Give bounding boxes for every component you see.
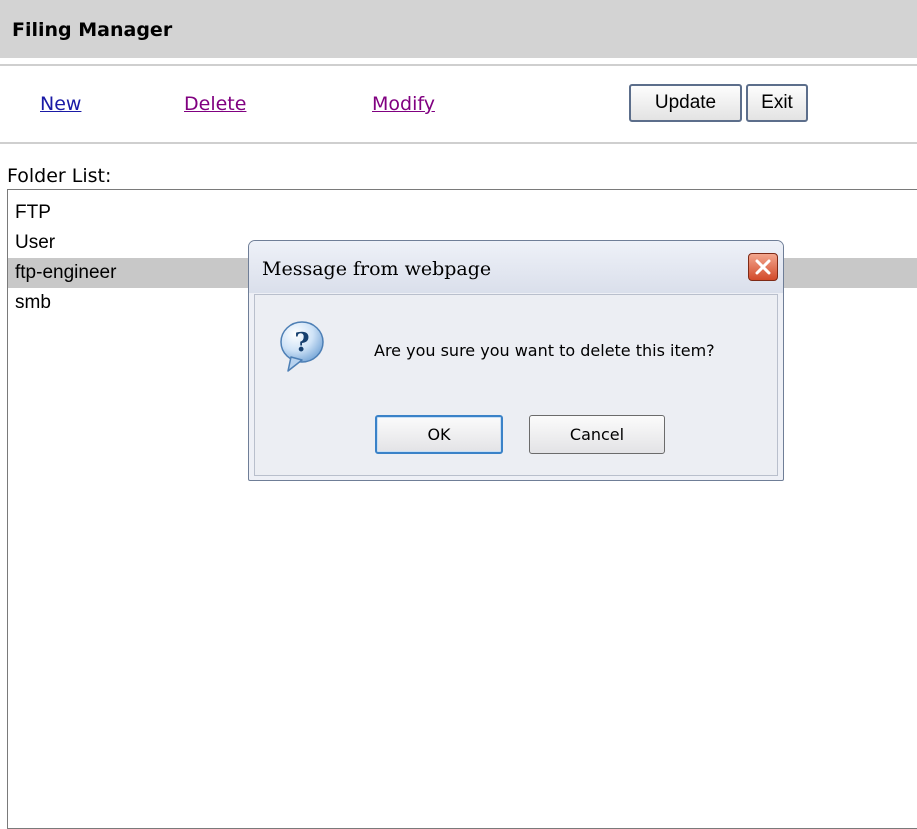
toolbar-divider: [0, 142, 917, 144]
close-button[interactable]: [748, 253, 778, 281]
dialog-message: Are you sure you want to delete this ite…: [374, 341, 715, 360]
dialog-title-bar[interactable]: Message from webpage: [249, 241, 783, 293]
ok-button[interactable]: OK: [375, 415, 503, 454]
update-button[interactable]: Update: [629, 84, 742, 122]
confirm-dialog: Message from webpage ? Are you sure you …: [248, 240, 784, 481]
close-icon: [755, 259, 771, 275]
app-header: Filing Manager: [0, 0, 917, 58]
dialog-body: ? Are you sure you want to delete this i…: [254, 294, 778, 476]
svg-text:?: ?: [294, 328, 309, 358]
list-item[interactable]: FTP: [8, 198, 917, 228]
page-title: Filing Manager: [12, 19, 173, 41]
cancel-button[interactable]: Cancel: [529, 415, 665, 454]
header-divider: [0, 64, 917, 66]
question-icon: ?: [280, 321, 324, 372]
delete-link[interactable]: Delete: [184, 93, 246, 115]
folder-list-label: Folder List:: [7, 165, 112, 187]
dialog-title: Message from webpage: [262, 258, 492, 280]
new-link[interactable]: New: [40, 93, 81, 115]
exit-button[interactable]: Exit: [746, 84, 808, 122]
modify-link[interactable]: Modify: [372, 93, 435, 115]
